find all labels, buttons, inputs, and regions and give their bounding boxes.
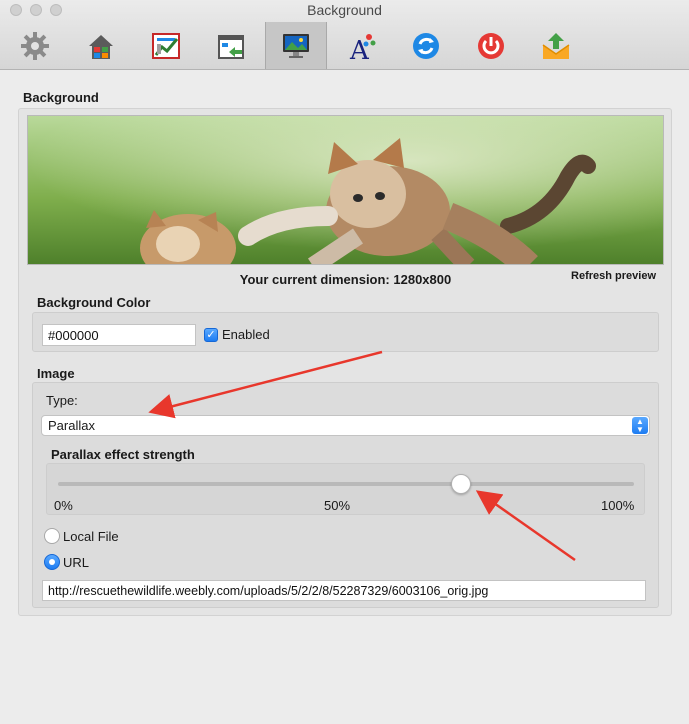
toolbar-general-button[interactable] [4, 22, 66, 69]
type-select-value: Parallax [48, 418, 95, 433]
gear-icon [21, 31, 49, 60]
monitor-icon [283, 33, 309, 58]
parallax-strength-title: Parallax effect strength [51, 447, 195, 462]
home-icon [89, 34, 113, 59]
background-preview-image [27, 115, 664, 265]
type-label: Type: [46, 393, 78, 408]
background-section-title: Background [23, 90, 99, 105]
export-icon [542, 32, 570, 59]
slider-tick-mid: 50% [324, 498, 351, 513]
type-select[interactable]: Parallax ▲ ▼ [41, 415, 650, 436]
enabled-label: Enabled [222, 327, 270, 342]
refresh-icon [413, 32, 439, 59]
toolbar-power-button[interactable] [460, 22, 522, 69]
toolbar-layout-button[interactable] [200, 22, 262, 69]
background-color-title: Background Color [37, 295, 151, 310]
url-radio[interactable] [44, 554, 60, 570]
toolbar-background-button[interactable] [265, 22, 327, 69]
image-url-input[interactable] [42, 580, 646, 601]
slider-tick-min: 0% [54, 498, 73, 513]
refresh-preview-link[interactable]: Refresh preview [571, 270, 656, 282]
slider-tick-max: 100% [601, 498, 635, 513]
enabled-checkbox[interactable]: ✓ [204, 328, 218, 342]
toolbar-font-button[interactable]: A [330, 22, 392, 69]
layout-icon [218, 34, 244, 59]
toolbar-sync-button[interactable] [395, 22, 457, 69]
font-icon: A [349, 33, 376, 62]
app-window: Background A Background Your current dim… [0, 0, 689, 724]
local-file-radio[interactable] [44, 528, 60, 544]
url-label: URL [63, 555, 90, 570]
toolbar-home-button[interactable] [70, 22, 132, 69]
select-arrows-icon: ▲ ▼ [632, 417, 648, 434]
background-color-input[interactable] [42, 324, 196, 346]
parallax-slider-track[interactable] [58, 482, 634, 486]
dimension-text: Your current dimension: 1280x800 [239, 272, 452, 287]
svg-text:A: A [349, 36, 370, 62]
toolbar-export-button[interactable] [525, 22, 587, 69]
power-icon [478, 32, 504, 59]
chart-icon [152, 32, 180, 59]
kittens-photo [28, 116, 663, 264]
local-file-label: Local File [63, 529, 119, 544]
title-bar: Background A [0, 0, 689, 70]
window-title: Background [307, 2, 382, 18]
image-section-title: Image [37, 366, 75, 381]
toolbar-stats-button[interactable] [135, 22, 197, 69]
